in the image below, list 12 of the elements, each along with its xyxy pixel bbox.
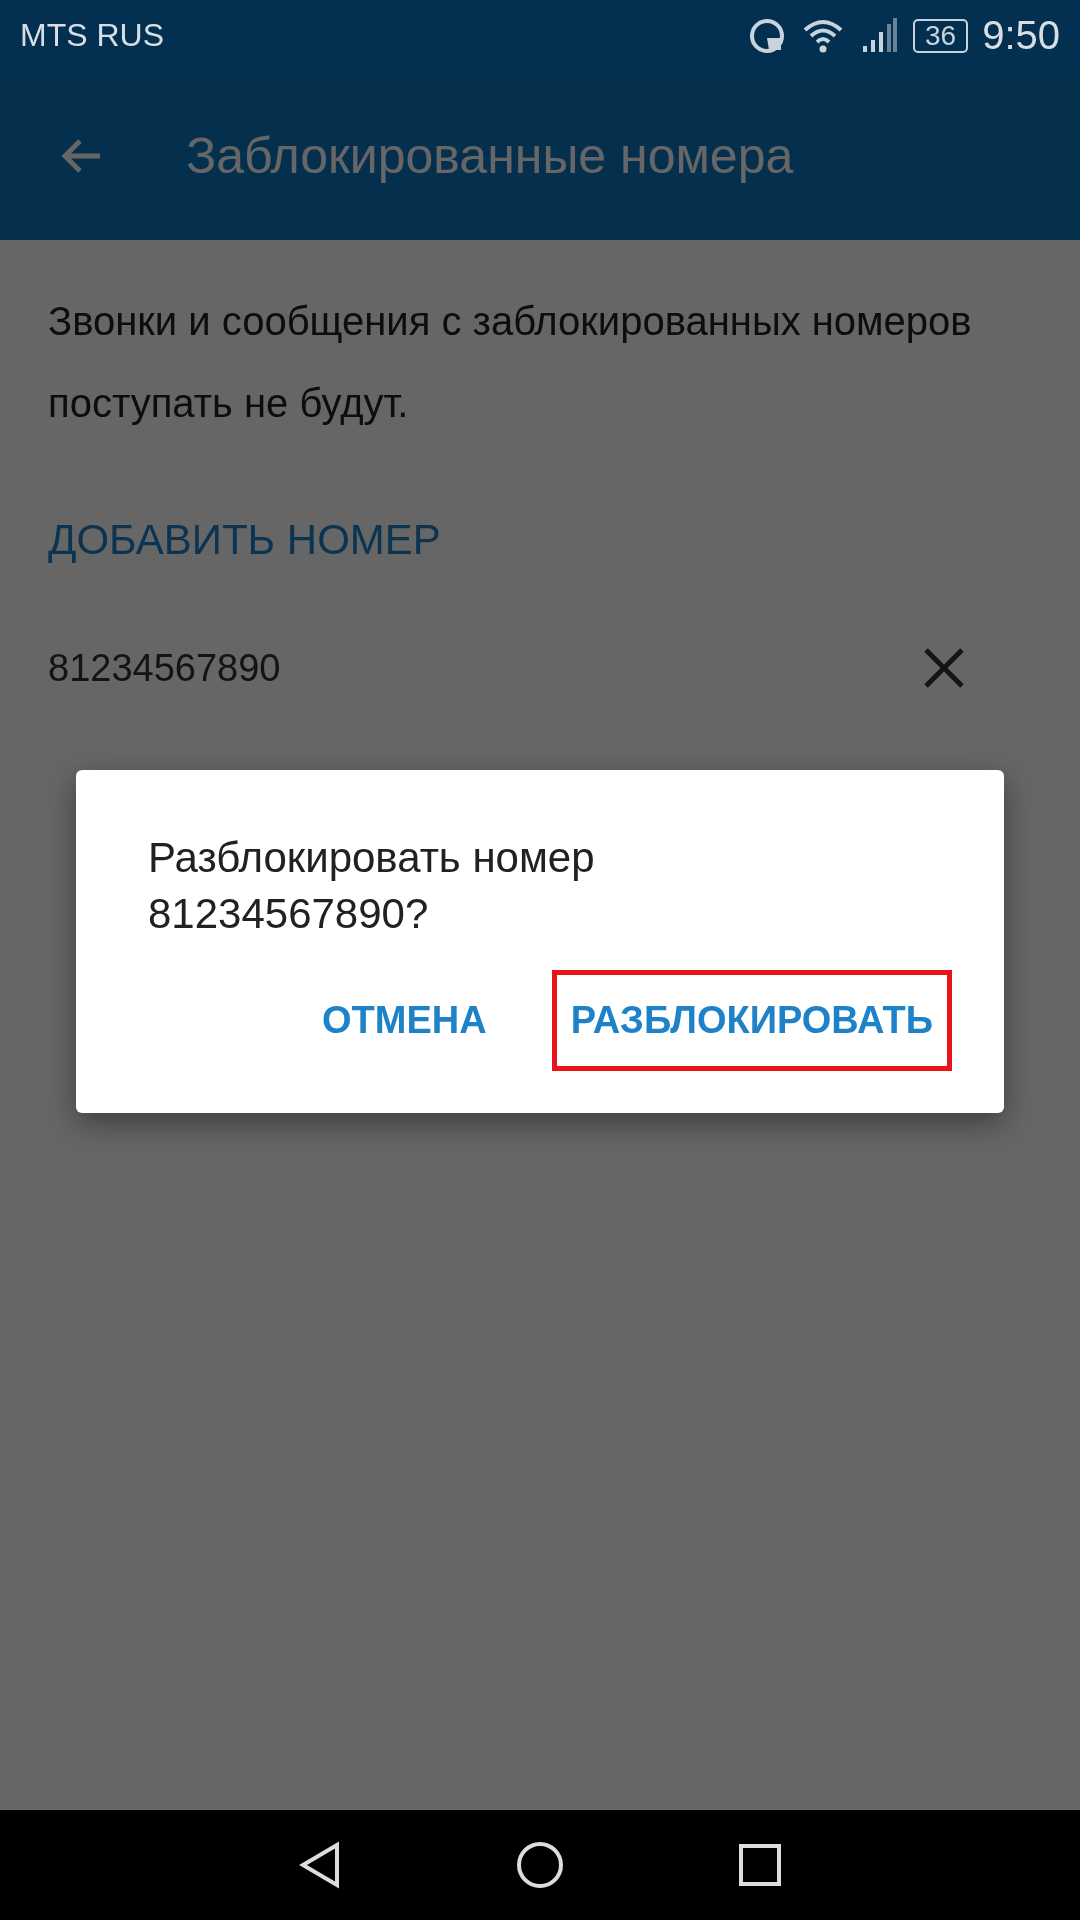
carrier-name: MTS RUS [20,17,164,54]
screen-title: Заблокированные номера [186,126,794,185]
description-text: Звонки и сообщения с заблокированных номеров поступать не будут. [48,298,973,427]
cancel-button[interactable]: ОТМЕНА [302,970,506,1071]
unblock-button[interactable]: РАЗБЛОКИРОВАТЬ [551,970,952,1071]
add-number-button[interactable]: ДОБАВИТЬ НОМЕР [48,516,441,564]
blocked-number: 81234567890 [48,646,281,690]
remove-icon[interactable] [922,646,966,690]
battery-indicator: 36 [913,18,969,53]
home-icon[interactable] [515,1840,565,1890]
dialog-message: Разблокировать номер 81234567890? [148,833,596,939]
clock: 9:50 [982,13,1060,58]
